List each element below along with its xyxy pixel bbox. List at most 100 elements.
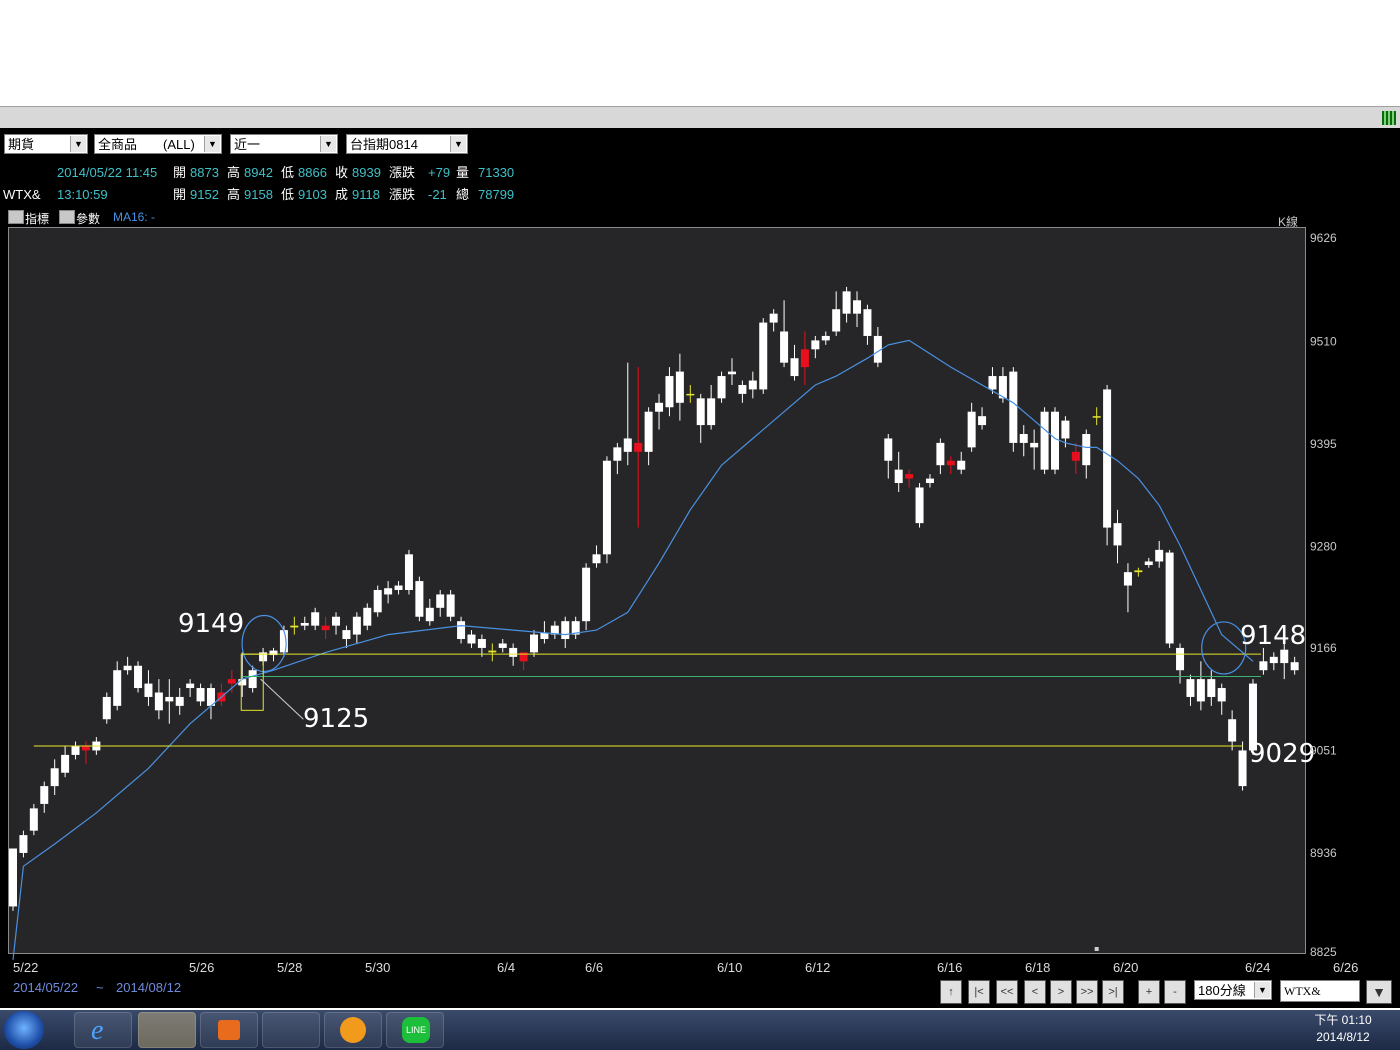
- candle-body: [81, 745, 90, 751]
- candle-body: [925, 478, 934, 484]
- candle-body: [1290, 662, 1299, 671]
- y-tick-label: 9280: [1310, 539, 1337, 553]
- candle-body: [404, 554, 413, 590]
- candle-body: [967, 411, 976, 448]
- media-player-icon[interactable]: [200, 1012, 258, 1048]
- candle-body: [186, 683, 195, 689]
- x-tick-label: 6/26: [1333, 960, 1358, 975]
- candle-body: [613, 447, 622, 461]
- candle-body: [457, 621, 466, 640]
- level-label-9148: 9148: [1240, 621, 1306, 651]
- candle-body: [842, 291, 851, 314]
- candle-body: [1082, 433, 1091, 466]
- candle-body: [915, 487, 924, 524]
- candle-body: [582, 567, 591, 622]
- candle-body: [29, 808, 38, 831]
- candle-body: [50, 768, 59, 787]
- x-tick-label: 6/24: [1245, 960, 1270, 975]
- nav-button[interactable]: |<: [968, 980, 990, 1004]
- candle-body: [978, 416, 987, 426]
- candle-body: [1196, 679, 1205, 702]
- candle-body: [9, 848, 17, 907]
- candle-body: [384, 588, 393, 595]
- y-tick-label: 9166: [1310, 641, 1337, 655]
- candle-body: [1238, 750, 1247, 787]
- candle-body: [425, 607, 434, 622]
- clock-date: 2014/8/12: [1316, 1030, 1370, 1044]
- candle-body: [1071, 451, 1080, 461]
- candle-body: [1165, 552, 1174, 644]
- candle-body: [780, 331, 789, 363]
- system-tray-icons[interactable]: [1106, 1018, 1296, 1040]
- nav-button[interactable]: >: [1050, 980, 1072, 1004]
- candle-body: [352, 616, 361, 635]
- candle-body: [1217, 688, 1226, 702]
- candle-body: [196, 688, 205, 702]
- nav-button[interactable]: >|: [1102, 980, 1124, 1004]
- candle-body: [1061, 420, 1070, 439]
- candle-body: [1009, 371, 1018, 443]
- file-explorer-icon[interactable]: [138, 1012, 196, 1048]
- nav-button[interactable]: <: [1024, 980, 1046, 1004]
- candle-body: [1259, 661, 1268, 671]
- candle-body: [863, 309, 872, 336]
- candle-body: [165, 696, 174, 702]
- candle-body: [175, 696, 184, 706]
- x-tick-label: 6/4: [497, 960, 515, 975]
- paint-app-icon[interactable]: [262, 1012, 320, 1048]
- candle-body: [19, 835, 28, 853]
- range-tilde: ~: [96, 980, 104, 995]
- candle-body: [1228, 719, 1237, 742]
- candle-body: [884, 438, 893, 461]
- candle-body: [748, 380, 757, 390]
- start-button-icon[interactable]: [4, 1011, 44, 1049]
- pointer-line: [260, 678, 304, 720]
- dropdown-arrow-icon[interactable]: ▼: [1254, 982, 1270, 998]
- x-tick-label: 6/20: [1113, 960, 1138, 975]
- candle-body: [1134, 570, 1143, 573]
- candle-body: [634, 442, 643, 452]
- nav-button[interactable]: -: [1164, 980, 1186, 1004]
- candle-body: [436, 594, 445, 608]
- candle-body: [154, 692, 163, 711]
- candle-body: [800, 349, 809, 368]
- candle-body: [61, 754, 70, 773]
- nav-button[interactable]: +: [1138, 980, 1160, 1004]
- candle-body: [363, 607, 372, 626]
- candle-body: [373, 589, 382, 613]
- candle-body: [1123, 572, 1132, 586]
- candle-body: [446, 594, 455, 617]
- candle-body: [342, 630, 351, 640]
- candle-body: [769, 313, 778, 323]
- taskbar-clock[interactable]: 下午 01:10 2014/8/12: [1308, 1012, 1378, 1046]
- candle-body: [477, 639, 486, 648]
- candle-body: [707, 398, 716, 426]
- x-tick-label: 6/18: [1025, 960, 1050, 975]
- interval-select-value: 180分線: [1198, 983, 1246, 998]
- expand-down-icon[interactable]: ▼: [1366, 980, 1392, 1004]
- candle-body: [655, 402, 664, 412]
- chat-app-icon[interactable]: [324, 1012, 382, 1048]
- nav-button[interactable]: <<: [996, 980, 1018, 1004]
- interval-select[interactable]: 180分線 ▼: [1194, 980, 1272, 1000]
- y-tick-label: 9626: [1310, 231, 1337, 245]
- level-label-9125: 9125: [303, 704, 369, 734]
- candle-body: [134, 665, 143, 689]
- candle-body: [311, 612, 320, 626]
- candle-body: [790, 358, 799, 377]
- nav-button[interactable]: ↑: [940, 980, 962, 1004]
- candle-body: [811, 340, 820, 350]
- candle-body: [675, 371, 684, 403]
- candle-body: [988, 376, 997, 390]
- candle-body: [821, 335, 830, 341]
- candle-body: [686, 393, 695, 396]
- symbol-input[interactable]: WTX&: [1280, 980, 1360, 1002]
- candlestick-chart: 9149 9125 9029 9148 9626 9510 9395 9280 9166 9051…: [9, 231, 1358, 975]
- candle-body: [488, 650, 497, 653]
- x-tick-label: 6/16: [937, 960, 962, 975]
- ie-browser-icon[interactable]: e: [74, 1012, 132, 1048]
- candle-body: [592, 554, 601, 564]
- candle-body: [509, 647, 518, 657]
- line-app-icon[interactable]: LINE: [386, 1012, 444, 1048]
- nav-button[interactable]: >>: [1076, 980, 1098, 1004]
